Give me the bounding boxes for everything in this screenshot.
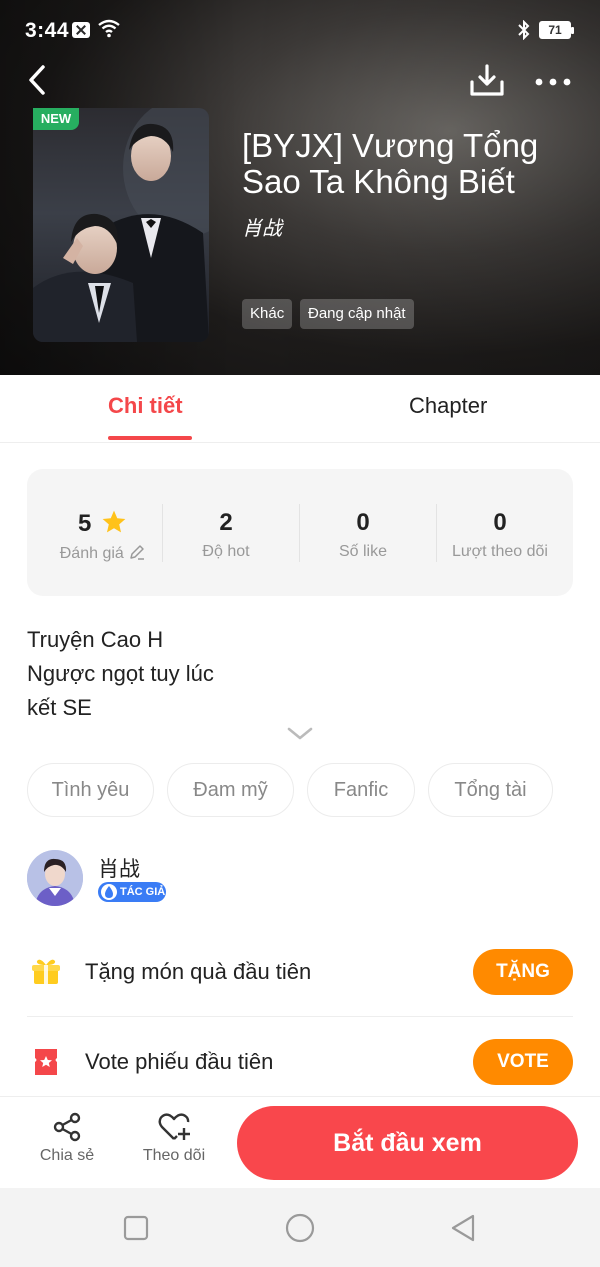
genre-chip[interactable]: Đam mỹ bbox=[167, 763, 294, 817]
follow-button[interactable]: Theo dõi bbox=[134, 1111, 214, 1165]
tag-chip-status[interactable]: Đang cập nhật bbox=[300, 299, 414, 329]
book-author: 肖战 bbox=[242, 218, 282, 240]
avatar-illustration bbox=[27, 850, 83, 906]
gift-icon bbox=[32, 959, 60, 984]
stat-likes-value: 0 bbox=[356, 509, 370, 536]
row-divider bbox=[27, 1016, 573, 1017]
share-icon bbox=[53, 1112, 81, 1142]
bottom-action-bar: Chia sẻ Theo dõi Bắt đầu xem bbox=[0, 1096, 600, 1188]
stat-rating-row: 5 bbox=[35, 509, 171, 538]
battery-indicator: 71 bbox=[539, 21, 574, 39]
expand-description-chevron-icon[interactable] bbox=[287, 726, 313, 742]
author-badge-icon bbox=[101, 884, 117, 900]
book-cover bbox=[33, 108, 209, 342]
share-label: Chia sẻ bbox=[39, 1147, 95, 1164]
tag-chip-category[interactable]: Khác bbox=[242, 299, 293, 329]
ticket-icon bbox=[35, 1049, 57, 1075]
app-root: 3:44 71 NEW [BYJX] Vương Tổng Sao Ta Khô… bbox=[0, 0, 600, 1267]
back-nav-icon[interactable] bbox=[447, 1212, 479, 1244]
tab-details[interactable]: Chi tiết bbox=[108, 393, 183, 423]
home-icon[interactable] bbox=[284, 1212, 316, 1244]
description-line: kết SE bbox=[27, 695, 92, 720]
stat-likes: 0 Số like bbox=[295, 469, 431, 596]
start-reading-button[interactable]: Bắt đầu xem bbox=[237, 1106, 578, 1180]
author-avatar[interactable] bbox=[27, 850, 83, 906]
vote-row: Vote phiếu đầu tiên VOTE bbox=[27, 1027, 573, 1097]
stat-rating[interactable]: 5 Đánh giá bbox=[35, 469, 171, 596]
edit-icon bbox=[130, 545, 145, 560]
stat-hot: 2 Độ hot bbox=[158, 469, 294, 596]
stat-rating-label-row: Đánh giá bbox=[35, 543, 171, 563]
book-title: [BYJX] Vương Tổng Sao Ta Không Biết bbox=[242, 127, 539, 200]
wifi-icon bbox=[98, 19, 120, 38]
genre-chip[interactable]: Fanfic bbox=[307, 763, 415, 817]
status-time: 3:44 bbox=[25, 19, 70, 42]
cover-illustration bbox=[33, 108, 209, 342]
active-tab-indicator bbox=[108, 436, 192, 440]
tab-divider bbox=[0, 442, 600, 443]
stat-followers: 0 Lượt theo dõi bbox=[432, 469, 568, 596]
author-name[interactable]: 肖战 bbox=[98, 853, 140, 883]
genre-chip[interactable]: Tình yêu bbox=[27, 763, 154, 817]
gift-button[interactable]: TẶNG bbox=[473, 949, 573, 995]
stat-likes-label: Số like bbox=[338, 543, 388, 560]
stat-rating-label: Đánh giá bbox=[59, 545, 124, 562]
stat-hot-value: 2 bbox=[219, 509, 233, 536]
status-bar: 3:44 71 bbox=[0, 0, 600, 60]
genre-chip[interactable]: Tổng tài bbox=[428, 763, 553, 817]
download-button[interactable] bbox=[468, 62, 506, 100]
vote-button[interactable]: VOTE bbox=[473, 1039, 573, 1085]
stat-followers-value: 0 bbox=[493, 509, 507, 536]
author-role-badge: TÁC GIẢ bbox=[98, 882, 166, 902]
share-button[interactable]: Chia sẻ bbox=[27, 1111, 107, 1165]
description-line: Ngược ngọt tuy lúc bbox=[27, 661, 214, 686]
stat-hot-label: Độ hot bbox=[202, 543, 250, 560]
stat-rating-value: 5 bbox=[77, 510, 92, 537]
drop-shape bbox=[105, 886, 113, 898]
stats-card: 5 Đánh giá 2 Độ hot 0 Số like 0 Lượt the… bbox=[27, 469, 573, 596]
star-icon bbox=[102, 510, 126, 533]
tab-chapter[interactable]: Chapter bbox=[409, 393, 487, 423]
book-header: 3:44 71 NEW [BYJX] Vương Tổng Sao Ta Khô… bbox=[0, 0, 600, 375]
heart-add-icon bbox=[158, 1113, 190, 1140]
more-options-button[interactable] bbox=[533, 70, 573, 94]
gift-row: Tặng món quà đầu tiên TẶNG bbox=[27, 937, 573, 1007]
description-line: Truyện Cao H bbox=[27, 627, 164, 652]
follow-label: Theo dõi bbox=[142, 1147, 206, 1164]
battery-level: 71 bbox=[548, 23, 562, 37]
author-badge-label: TÁC GIẢ bbox=[120, 886, 166, 898]
system-nav-bar bbox=[0, 1188, 600, 1267]
recent-apps-icon[interactable] bbox=[120, 1212, 152, 1244]
new-badge: NEW bbox=[33, 108, 79, 130]
gift-row-text: Tặng món quà đầu tiên bbox=[85, 959, 312, 984]
notification-icon bbox=[72, 22, 90, 38]
stat-followers-label: Lượt theo dõi bbox=[452, 543, 548, 560]
back-button[interactable] bbox=[20, 62, 56, 98]
vote-row-text: Vote phiếu đầu tiên bbox=[85, 1049, 274, 1074]
bluetooth-icon bbox=[518, 20, 530, 40]
